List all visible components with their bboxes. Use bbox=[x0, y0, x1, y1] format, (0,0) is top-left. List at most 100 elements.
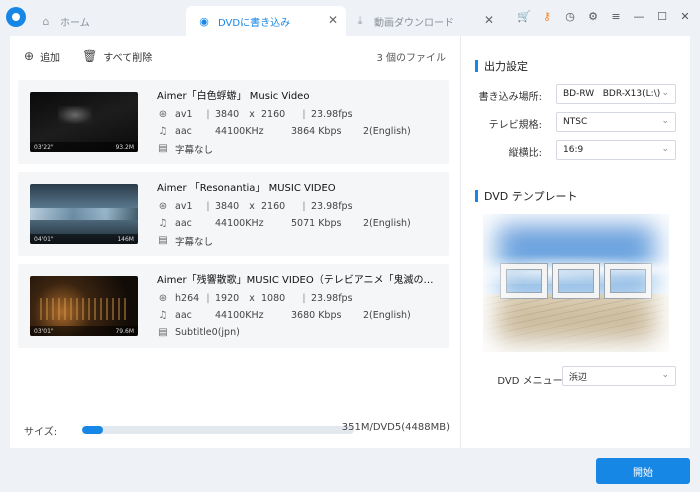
window-controls: 🛒 ⚷ ◷ ⚙ ≡ — ☐ ✕ bbox=[517, 10, 692, 23]
subtitle-icon: ▤ bbox=[158, 327, 168, 338]
video-title: Aimer「白色蜉蝣」 Music Video bbox=[157, 91, 310, 102]
tab-dvd-burn[interactable]: ◉ DVDに書き込み ✕ bbox=[186, 6, 346, 36]
home-icon: ⌂ bbox=[42, 14, 50, 28]
video-fps: 23.98fps bbox=[311, 201, 353, 212]
video-width: 1920 bbox=[215, 293, 240, 304]
audio-bitrate: 3680 Kbps bbox=[291, 310, 342, 321]
aspect-ratio-select[interactable]: 16:9 ⌄ bbox=[556, 140, 676, 160]
tv-standard-label: テレビ規格: bbox=[488, 120, 542, 131]
video-title: Aimer 「Resonantia」 MUSIC VIDEO bbox=[157, 183, 336, 194]
video-spec-row: ⊛ av1 | 3840 x 2160 | 23.98fps bbox=[158, 109, 353, 120]
tab-home-label: ホーム bbox=[60, 17, 90, 29]
thumb-duration: 03'22" bbox=[34, 143, 54, 151]
thumb-duration: 03'01" bbox=[34, 327, 54, 335]
video-item[interactable]: 03'01" 79.6M Aimer「残響散歌」MUSIC VIDEO（テレビア… bbox=[18, 264, 449, 348]
audio-bitrate: 3864 Kbps bbox=[291, 126, 342, 137]
film-icon: ⊛ bbox=[158, 201, 168, 212]
file-list-panel: ⊕ 追加 🗑 すべて削除 3 個のファイル 03'22" 93.2M Aimer… bbox=[10, 36, 460, 448]
output-settings-title: 出力設定 bbox=[475, 58, 528, 74]
audio-rate: 44100KHz bbox=[215, 218, 264, 229]
music-note-icon: ♫ bbox=[158, 126, 168, 137]
subtitle-icon: ▤ bbox=[158, 235, 168, 246]
subtitle-value[interactable]: 字幕なし bbox=[175, 234, 213, 248]
dvd-template-title: DVD テンプレート bbox=[475, 188, 577, 204]
audio-bitrate: 5071 Kbps bbox=[291, 218, 342, 229]
video-thumbnail: 04'01" 146M bbox=[30, 184, 138, 244]
thumb-size: 93.2M bbox=[115, 143, 134, 151]
video-thumbnail: 03'22" 93.2M bbox=[30, 92, 138, 152]
size-label: サイズ: bbox=[24, 426, 58, 438]
video-height: 2160 bbox=[261, 109, 286, 120]
video-height: 1080 bbox=[261, 293, 286, 304]
thumb-size: 79.6M bbox=[115, 327, 134, 335]
settings-panel: 出力設定 書き込み場所: BD-RW BDR-X13(L:\) ⌄ テレビ規格:… bbox=[460, 36, 690, 448]
audio-channels: 2(English) bbox=[363, 310, 411, 321]
chevron-down-icon: ⌄ bbox=[661, 88, 669, 98]
video-title: Aimer「残響散歌」MUSIC VIDEO（テレビアニメ「鬼滅の刃」... bbox=[157, 275, 442, 286]
video-thumbnail: 03'01" 79.6M bbox=[30, 276, 138, 336]
tab-download-close-icon[interactable]: ✕ bbox=[484, 13, 494, 27]
disc-size-row: サイズ: 351M/DVD5(4488MB) bbox=[24, 422, 450, 438]
size-value: 351M/DVD5(4488MB) bbox=[341, 422, 450, 433]
disc-icon: ◉ bbox=[199, 14, 209, 28]
film-icon: ⊛ bbox=[158, 109, 168, 120]
video-spec-row: ⊛ h264 | 1920 x 1080 | 23.98fps bbox=[158, 293, 353, 304]
video-width: 3840 bbox=[215, 201, 240, 212]
subtitle-icon: ▤ bbox=[158, 143, 168, 154]
audio-rate: 44100KHz bbox=[215, 126, 264, 137]
audio-rate: 44100KHz bbox=[215, 310, 264, 321]
size-progress-fill bbox=[82, 426, 104, 434]
video-codec: av1 bbox=[175, 109, 193, 120]
app-logo-icon bbox=[6, 7, 26, 27]
video-item[interactable]: 03'22" 93.2M Aimer「白色蜉蝣」 Music Video ⊛ a… bbox=[18, 80, 449, 164]
dvd-template-preview[interactable] bbox=[483, 214, 669, 352]
start-button[interactable]: 開始 bbox=[596, 458, 690, 484]
delete-all-button[interactable]: 🗑 すべて削除 bbox=[82, 49, 152, 64]
thumb-duration: 04'01" bbox=[34, 235, 54, 243]
size-progress-bar bbox=[82, 426, 354, 434]
chevron-down-icon: ⌄ bbox=[661, 370, 669, 380]
gear-icon[interactable]: ⚙ bbox=[586, 10, 600, 23]
audio-spec-row: ♫ aac 44100KHz 3864 Kbps 2(English) bbox=[157, 123, 442, 140]
tab-dvd-close-icon[interactable]: ✕ bbox=[328, 13, 338, 27]
add-button[interactable]: ⊕ 追加 bbox=[24, 49, 60, 64]
tab-home[interactable]: ⌂ ホーム bbox=[34, 6, 182, 36]
add-label: 追加 bbox=[40, 52, 61, 64]
audio-codec: aac bbox=[175, 218, 192, 229]
aspect-ratio-value: 16:9 bbox=[563, 145, 584, 155]
maximize-icon[interactable]: ☐ bbox=[655, 10, 669, 23]
clock-icon[interactable]: ◷ bbox=[563, 10, 577, 23]
music-note-icon: ♫ bbox=[158, 218, 168, 229]
video-item[interactable]: 04'01" 146M Aimer 「Resonantia」 MUSIC VID… bbox=[18, 172, 449, 256]
subtitle-row: ▤ 字幕なし bbox=[157, 140, 442, 157]
dvd-menu-label: DVD メニュー: bbox=[497, 376, 566, 387]
audio-spec-row: ♫ aac 44100KHz 5071 Kbps 2(English) bbox=[157, 215, 442, 232]
location-label: 書き込み場所: bbox=[478, 92, 542, 103]
audio-spec-row: ♫ aac 44100KHz 3680 Kbps 2(English) bbox=[157, 307, 442, 324]
cart-icon[interactable]: 🛒 bbox=[517, 10, 531, 23]
close-icon[interactable]: ✕ bbox=[678, 10, 692, 23]
video-height: 2160 bbox=[261, 201, 286, 212]
tv-standard-value: NTSC bbox=[563, 117, 588, 127]
file-toolbar: ⊕ 追加 🗑 すべて削除 3 個のファイル bbox=[10, 36, 460, 76]
minimize-icon[interactable]: — bbox=[632, 10, 646, 23]
video-codec: h264 bbox=[175, 293, 200, 304]
subtitle-value[interactable]: 字幕なし bbox=[175, 142, 213, 156]
left-gutter bbox=[0, 36, 10, 492]
dvd-menu-select[interactable]: 浜辺 ⌄ bbox=[562, 366, 676, 386]
audio-codec: aac bbox=[175, 310, 192, 321]
file-count: 3 個のファイル bbox=[376, 52, 446, 64]
title-bar: ⌂ ホーム ◉ DVDに書き込み ✕ ⤓ 動画ダウンロード ✕ 🛒 ⚷ ◷ ⚙ … bbox=[0, 0, 700, 36]
film-icon: ⊛ bbox=[158, 293, 168, 304]
download-icon: ⤓ bbox=[357, 14, 363, 27]
tab-download[interactable]: ⤓ 動画ダウンロード ✕ bbox=[348, 6, 502, 36]
menu-icon[interactable]: ≡ bbox=[609, 10, 623, 23]
tv-standard-select[interactable]: NTSC ⌄ bbox=[556, 112, 676, 132]
subtitle-value[interactable]: Subtitle0(jpn) bbox=[175, 327, 240, 338]
audio-codec: aac bbox=[175, 126, 192, 137]
video-width: 3840 bbox=[215, 109, 240, 120]
music-note-icon: ♫ bbox=[158, 310, 168, 321]
subtitle-row: ▤ Subtitle0(jpn) bbox=[157, 324, 442, 341]
key-icon[interactable]: ⚷ bbox=[540, 10, 554, 23]
burn-location-select[interactable]: BD-RW BDR-X13(L:\) ⌄ bbox=[556, 84, 676, 104]
